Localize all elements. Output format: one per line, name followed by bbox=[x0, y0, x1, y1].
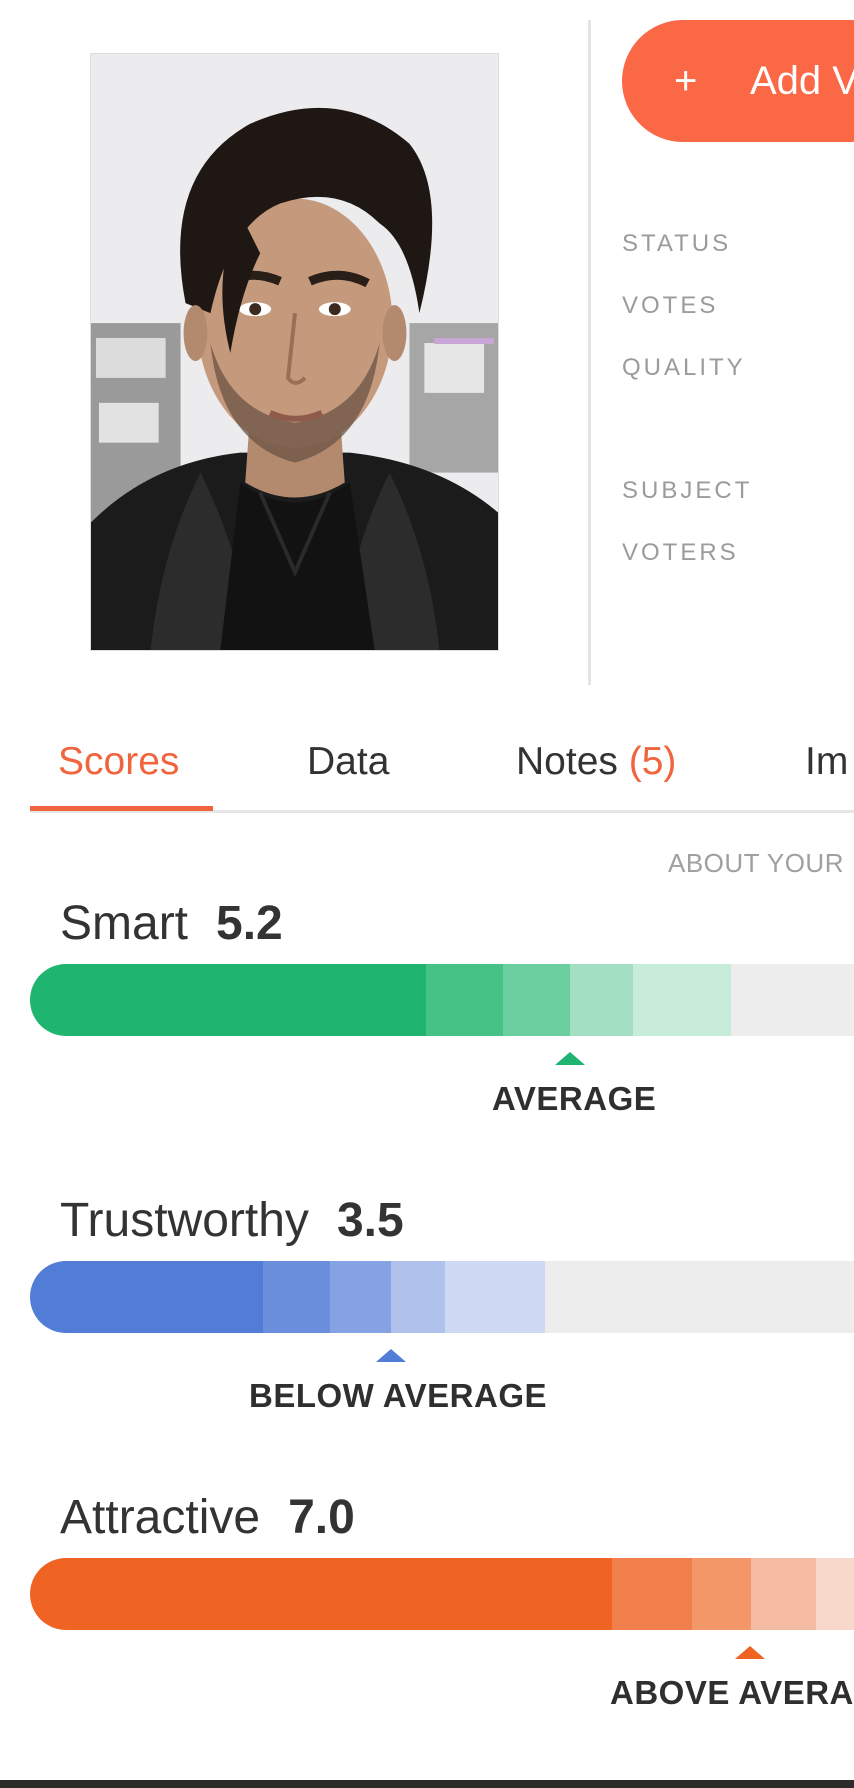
tab-data[interactable]: Data bbox=[307, 740, 389, 784]
score-bar-segment bbox=[391, 1261, 445, 1333]
page: + Add V STATUS VOTES QUALITY SUBJECT VOT… bbox=[0, 0, 854, 1788]
portrait-image bbox=[91, 54, 498, 650]
voters-label: VOTERS bbox=[622, 539, 739, 566]
score-value: 7.0 bbox=[288, 1491, 355, 1544]
score-name: Attractive bbox=[60, 1491, 261, 1544]
score-title-smart: Smart 5.2 bbox=[60, 896, 283, 951]
tab-data-label: Data bbox=[307, 740, 390, 783]
score-title-trustworthy: Trustworthy 3.5 bbox=[60, 1193, 404, 1248]
tab-scores-label: Scores bbox=[58, 740, 180, 783]
plus-icon: + bbox=[674, 58, 698, 103]
score-bar-attractive bbox=[30, 1558, 854, 1630]
tab-bar: Scores Data Notes (5) Im bbox=[0, 740, 854, 812]
score-bar-segment bbox=[612, 1558, 692, 1630]
subject-label: SUBJECT bbox=[622, 477, 753, 504]
about-your-label: ABOUT YOUR bbox=[668, 848, 844, 878]
score-value: 5.2 bbox=[216, 897, 283, 950]
score-bar-segment bbox=[263, 1261, 330, 1333]
score-bar-segment bbox=[633, 964, 731, 1036]
status-label: STATUS bbox=[622, 230, 732, 257]
marker-triangle-icon bbox=[376, 1349, 406, 1362]
score-bar-fill bbox=[30, 1261, 263, 1333]
add-vote-button[interactable]: + Add V bbox=[622, 20, 854, 142]
rating-label-attractive: ABOVE AVERAGE bbox=[610, 1674, 854, 1711]
vertical-divider bbox=[588, 20, 591, 685]
score-value: 3.5 bbox=[336, 1194, 404, 1247]
score-bar-smart bbox=[30, 964, 854, 1036]
tab-im[interactable]: Im bbox=[805, 740, 848, 784]
score-bar-trustworthy bbox=[30, 1261, 854, 1333]
score-bar-segment bbox=[751, 1558, 816, 1630]
rating-label-smart: AVERAGE bbox=[492, 1080, 657, 1117]
system-nav-bar bbox=[0, 1780, 854, 1788]
score-name: Smart bbox=[60, 897, 189, 950]
score-title-attractive: Attractive 7.0 bbox=[60, 1490, 355, 1545]
tab-im-label: Im bbox=[805, 740, 849, 783]
add-vote-label: Add V bbox=[750, 58, 854, 103]
score-bar-fill bbox=[30, 1558, 612, 1630]
marker-triangle-icon bbox=[555, 1052, 585, 1065]
rating-label-trustworthy: BELOW AVERAGE bbox=[249, 1377, 548, 1414]
score-name: Trustworthy bbox=[60, 1194, 309, 1247]
votes-label: VOTES bbox=[622, 292, 719, 319]
tab-scores[interactable]: Scores bbox=[58, 740, 179, 784]
tab-notes-count: (5) bbox=[628, 740, 677, 783]
score-bar-segment bbox=[503, 964, 570, 1036]
subject-photo[interactable] bbox=[90, 53, 499, 651]
score-bar-fill bbox=[30, 964, 426, 1036]
tab-notes-label: Notes bbox=[516, 740, 618, 783]
score-bar-segment bbox=[330, 1261, 391, 1333]
tab-notes[interactable]: Notes (5) bbox=[516, 740, 676, 784]
score-bar-segment bbox=[426, 964, 503, 1036]
score-bar-segment bbox=[692, 1558, 751, 1630]
active-tab-indicator bbox=[30, 806, 213, 811]
score-bar-segment bbox=[570, 964, 633, 1036]
score-bar-segment bbox=[445, 1261, 545, 1333]
score-bar-segment bbox=[816, 1558, 854, 1630]
quality-label: QUALITY bbox=[622, 354, 746, 381]
marker-triangle-icon bbox=[735, 1646, 765, 1659]
